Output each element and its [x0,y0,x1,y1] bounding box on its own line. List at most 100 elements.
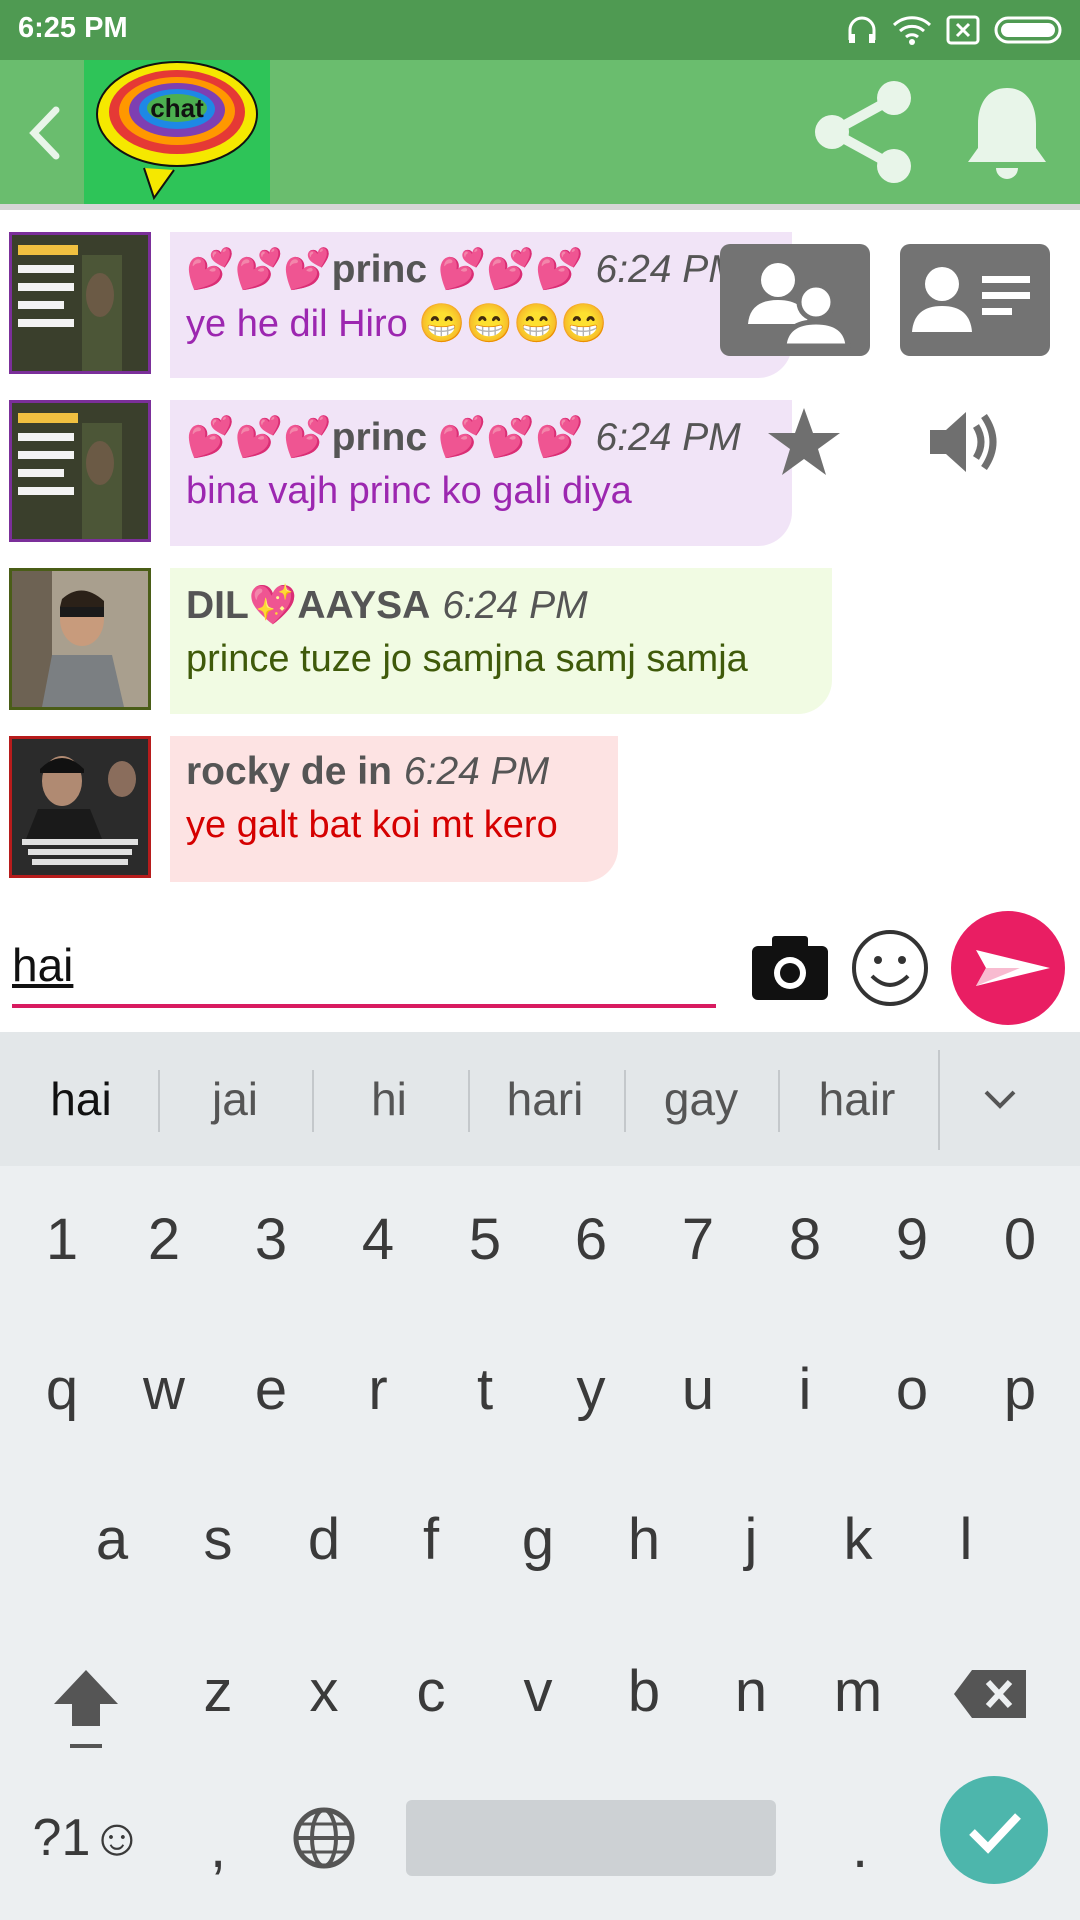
key[interactable]: w [124,1350,204,1430]
back-button[interactable] [14,98,74,168]
suggestion-divider [778,1070,780,1132]
avatar[interactable] [9,736,151,878]
message-text: ye galt bat koi mt kero [186,804,558,846]
message-time: 6:24 PM [442,584,588,627]
key[interactable]: 1 [22,1200,102,1280]
key[interactable]: 6 [551,1200,631,1280]
key[interactable]: f [391,1500,471,1580]
message-bubble[interactable]: 💕💕💕princ 💕💕💕 6:24 PM ye he dil Hiro 😁😁😁😁 [170,232,792,378]
key[interactable]: b [604,1652,684,1732]
key[interactable]: l [926,1500,1006,1580]
message-bubble[interactable]: 💕💕💕princ 💕💕💕 6:24 PM bina vajh princ ko g… [170,400,792,546]
symbols-key[interactable]: ?1☺ [30,1798,146,1878]
key[interactable]: o [872,1350,952,1430]
sender-name: DIL💖AAYSA [186,584,431,627]
suggestion-item[interactable]: hari [482,1072,608,1132]
key[interactable]: n [711,1652,791,1732]
avatar[interactable] [9,232,151,374]
notification-button[interactable] [962,78,1052,186]
key[interactable]: m [818,1652,898,1732]
key[interactable]: x [284,1652,364,1732]
period-key[interactable]: . [820,1808,900,1888]
status-icons [846,12,1066,48]
key[interactable]: p [980,1350,1060,1430]
suggestion-divider [624,1070,626,1132]
profile-card-icon [912,267,1030,332]
suggestion-item[interactable]: hai [18,1072,144,1132]
avatar[interactable] [9,400,151,542]
key[interactable]: 2 [124,1200,204,1280]
comma-key[interactable]: , [178,1808,258,1888]
key[interactable]: a [72,1500,152,1580]
camera-icon [752,936,828,1000]
status-time: 6:25 PM [18,12,128,44]
message-input[interactable] [12,935,716,995]
emoji-icon [852,930,928,1006]
avatar-image [12,739,148,875]
key[interactable]: 4 [338,1200,418,1280]
key[interactable]: i [765,1350,845,1430]
key[interactable]: y [551,1350,631,1430]
app-logo[interactable]: chat [84,60,270,204]
key[interactable]: k [818,1500,898,1580]
expand-suggestions-button[interactable] [980,1080,1020,1120]
favorite-button[interactable] [766,404,842,480]
key[interactable]: v [498,1652,578,1732]
suggestion-divider [158,1070,160,1132]
suggestion-item[interactable]: gay [638,1072,764,1132]
key[interactable]: t [445,1350,525,1430]
message-bubble[interactable]: DIL💖AAYSA 6:24 PM prince tuze jo samjna s… [170,568,832,714]
avatar[interactable] [9,568,151,710]
language-key[interactable] [292,1806,356,1870]
profile-button[interactable] [900,244,1050,356]
backspace-key[interactable] [952,1664,1032,1724]
key[interactable]: r [338,1350,418,1430]
key[interactable]: d [284,1500,364,1580]
key[interactable]: j [711,1500,791,1580]
key[interactable]: z [178,1652,258,1732]
key[interactable]: h [604,1500,684,1580]
suggestion-item[interactable]: hi [326,1072,452,1132]
key[interactable]: g [498,1500,578,1580]
suggestion-divider [468,1070,470,1132]
shift-key[interactable] [46,1660,126,1756]
chat-logo-icon: chat [96,61,258,201]
globe-icon [293,1807,355,1869]
key[interactable]: s [178,1500,258,1580]
group-chat-button[interactable] [720,244,870,356]
key[interactable]: c [391,1652,471,1732]
key[interactable]: 3 [231,1200,311,1280]
shift-arrow-icon [54,1670,118,1748]
camera-button[interactable] [750,932,830,1002]
key[interactable]: 7 [658,1200,738,1280]
send-icon [951,911,1065,1025]
avatar-image [12,571,148,707]
sender-name: rocky de in [186,750,392,793]
headphones-icon [848,16,876,43]
emoji-button[interactable] [850,928,930,1008]
key[interactable]: 8 [765,1200,845,1280]
suggestion-item[interactable]: jai [172,1072,298,1132]
key[interactable]: 9 [872,1200,952,1280]
share-button[interactable] [812,78,916,186]
enter-key[interactable] [940,1776,1048,1884]
back-arrow-icon [29,106,60,160]
sender-name: 💕💕💕princ 💕💕💕 [186,248,584,291]
share-icon [815,81,911,183]
send-button[interactable] [950,910,1066,1026]
sound-button[interactable] [926,404,1006,480]
message-text: ye he dil Hiro 😁😁😁😁 [186,303,608,345]
suggestion-item[interactable]: hair [792,1072,922,1132]
message-bubble[interactable]: rocky de in 6:24 PM ye galt bat koi mt ke… [170,736,618,882]
spacebar-key[interactable] [406,1800,776,1876]
wifi-icon [892,16,932,45]
message-sender: 💕💕💕princ 💕💕💕 6:24 PM [186,414,776,460]
key[interactable]: q [22,1350,102,1430]
header-shadow [0,204,1080,210]
message-sender: 💕💕💕princ 💕💕💕 6:24 PM [186,246,776,292]
key[interactable]: e [231,1350,311,1430]
key[interactable]: 5 [445,1200,525,1280]
key[interactable]: u [658,1350,738,1430]
speaker-icon [930,412,997,472]
key[interactable]: 0 [980,1200,1060,1280]
